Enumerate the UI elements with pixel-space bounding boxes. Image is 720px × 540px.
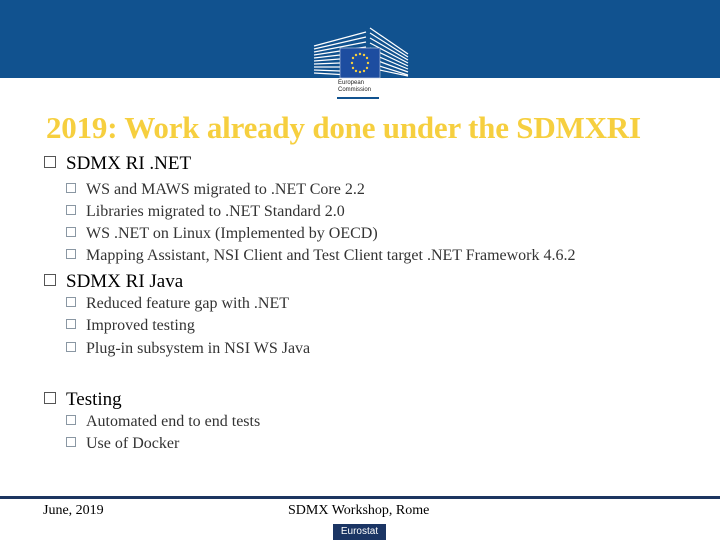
eurostat-badge: Eurostat [333,524,386,540]
list-item-text: Use of Docker [86,435,180,452]
bullet-box-icon [66,205,76,215]
eu-flag-icon [339,47,381,79]
logo-text-line2: Commission [338,87,372,93]
list-item-text: WS and MAWS migrated to .NET Core 2.2 [86,181,365,198]
bullet-box-icon [66,437,76,447]
bullet-box-icon [44,156,56,168]
list-item-text: Automated end to end tests [86,413,261,430]
list-item-text: Mapping Assistant, NSI Client and Test C… [86,247,576,264]
list-item: Automated end to end tests [66,413,260,431]
bullet-box-icon [66,183,76,193]
bullet-box-icon [66,415,76,425]
list-item: Improved testing [66,317,195,335]
bullet-box-icon [44,392,56,404]
bullet-box-icon [66,319,76,329]
section-sdmx-ri-java: SDMX RI Java [44,271,183,293]
section-testing: Testing [44,389,122,411]
logo-text: European Commission [338,80,371,94]
slide-title: 2019: Work already done under the SDMXRI [46,110,641,145]
section-label: SDMX RI Java [66,271,184,292]
footer-date: June, 2019 [43,503,104,518]
bullet-box-icon [44,274,56,286]
footer-divider [0,496,720,499]
section-label: SDMX RI .NET [66,153,192,174]
list-item: WS and MAWS migrated to .NET Core 2.2 [66,181,365,199]
logo-underline [337,97,379,99]
list-item: Libraries migrated to .NET Standard 2.0 [66,203,345,221]
list-item: Mapping Assistant, NSI Client and Test C… [66,247,576,265]
section-label: Testing [66,389,122,410]
list-item: Plug-in subsystem in NSI WS Java [66,340,310,358]
list-item: Use of Docker [66,435,179,453]
logo-text-line1: European [338,80,365,86]
footer-event: SDMX Workshop, Rome [288,503,430,518]
list-item-text: WS .NET on Linux (Implemented by OECD) [86,225,378,242]
bullet-box-icon [66,297,76,307]
list-item: Reduced feature gap with .NET [66,295,289,313]
list-item-text: Libraries migrated to .NET Standard 2.0 [86,203,345,220]
bullet-box-icon [66,249,76,259]
list-item: WS .NET on Linux (Implemented by OECD) [66,225,378,243]
bullet-box-icon [66,342,76,352]
list-item-text: Plug-in subsystem in NSI WS Java [86,340,311,357]
list-item-text: Improved testing [86,317,195,334]
section-sdmx-ri-net: SDMX RI .NET [44,153,191,175]
list-item-text: Reduced feature gap with .NET [86,295,290,312]
bullet-box-icon [66,227,76,237]
